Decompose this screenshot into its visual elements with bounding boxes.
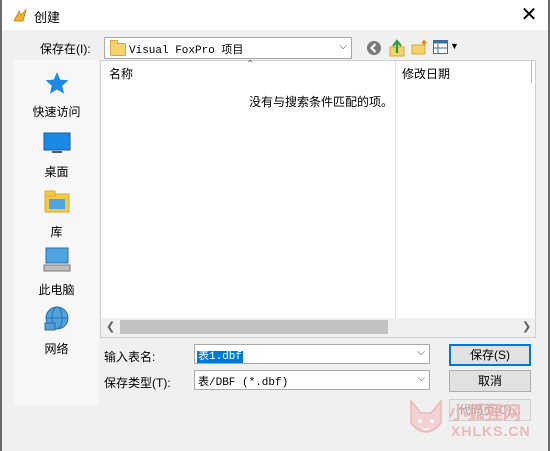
column-header-name[interactable]: 名称 (109, 65, 133, 82)
folder-icon (110, 40, 126, 56)
library-icon (44, 190, 69, 213)
empty-message: 没有与搜索条件匹配的项。 (249, 95, 394, 109)
filetype-value: 表/DBF (*.dbf) (198, 377, 289, 389)
window-title: 创建 (34, 10, 61, 25)
view-menu-icon (433, 40, 448, 54)
title-bar: 创建 ✕ (0, 0, 550, 30)
watermark-domain: XHLKS.CN (451, 423, 531, 439)
fox-logo-icon (410, 398, 442, 433)
save-button[interactable]: 保存(S) (449, 344, 531, 366)
place-this-pc[interactable]: 此电脑 (14, 246, 99, 298)
save-in-combo[interactable]: Visual FoxPro 项目 ⌵ (104, 37, 352, 59)
place-library[interactable]: 库 (14, 188, 99, 240)
place-label: 网络 (44, 342, 69, 356)
close-icon: ✕ (520, 4, 538, 26)
column-header-modified[interactable]: 修改日期 (402, 65, 450, 82)
view-menu-button[interactable]: ▼ (433, 39, 459, 56)
place-label: 快速访问 (32, 105, 81, 119)
scroll-left-icon[interactable]: ❮ (106, 320, 115, 333)
network-icon (44, 306, 68, 331)
dropdown-arrow-icon: ▼ (450, 41, 459, 51)
horizontal-scrollbar[interactable]: ❮ ❯ (101, 318, 535, 337)
desktop-icon (43, 132, 70, 153)
up-folder-icon[interactable] (389, 39, 405, 57)
close-button[interactable]: ✕ (512, 2, 546, 28)
filename-label: 输入表名: (104, 350, 156, 364)
watermark-brand: 小狐狸网 (449, 403, 521, 423)
scrollbar-thumb[interactable] (120, 320, 388, 334)
filename-value: 表1.dbf (197, 351, 244, 363)
new-folder-icon[interactable] (411, 39, 428, 56)
place-label: 此电脑 (38, 283, 75, 297)
foxpro-app-icon (13, 8, 27, 22)
this-pc-icon (43, 247, 70, 272)
window-edge-left (0, 0, 2, 451)
place-desktop[interactable]: 桌面 (14, 130, 99, 180)
cancel-button[interactable]: 取消 (449, 370, 531, 392)
back-icon[interactable] (366, 40, 382, 56)
place-network[interactable]: 网络 (14, 305, 99, 357)
sort-ascending-icon: ⌃ (246, 59, 255, 70)
filetype-label: 保存类型(T): (104, 376, 171, 390)
quick-access-star-icon (45, 72, 68, 94)
filetype-select[interactable]: 表/DBF (*.dbf) ⌵ (194, 370, 430, 390)
watermark: 小狐狸网 XHLKS.CN (405, 395, 545, 447)
column-divider[interactable] (395, 61, 396, 318)
save-in-label: 保存在(I): (40, 42, 91, 56)
place-quick-access[interactable]: 快速访问 (14, 70, 99, 120)
filename-input[interactable]: 表1.dbf ⌵ (194, 344, 430, 364)
file-list[interactable]: 名称 ⌃ 修改日期 没有与搜索条件匹配的项。 ❮ ❯ (100, 59, 536, 338)
chevron-down-icon: ⌵ (339, 41, 347, 52)
places-bar: 快速访问 桌面 库 此电脑 网络 (14, 60, 99, 405)
scroll-right-icon[interactable]: ❯ (522, 320, 531, 333)
place-label: 库 (50, 225, 63, 239)
chevron-down-icon: ⌵ (417, 347, 425, 358)
place-label: 桌面 (44, 165, 69, 179)
chevron-down-icon: ⌵ (417, 373, 425, 384)
column-divider[interactable] (531, 61, 532, 83)
save-in-value: Visual FoxPro 项目 (129, 45, 244, 57)
